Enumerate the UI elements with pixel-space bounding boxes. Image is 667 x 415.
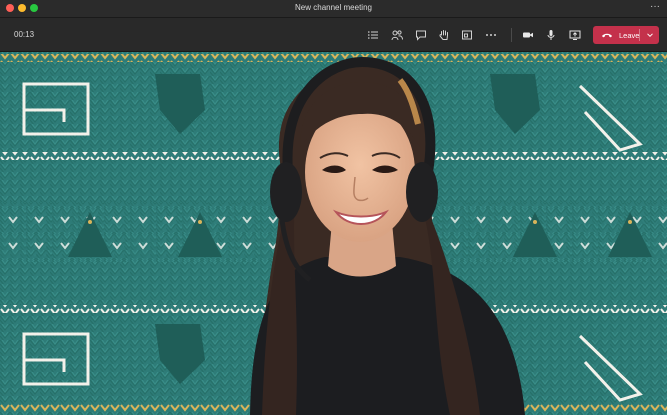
chevron-down-icon[interactable] [645,30,655,40]
microphone-toggle-button[interactable] [541,25,561,45]
chat-icon [416,30,426,41]
raise-hand-button[interactable] [434,25,454,45]
hang-up-icon [602,33,612,38]
people-icon [391,30,403,41]
ellipsis-icon[interactable]: ··· [650,1,660,12]
participants-list-button[interactable] [363,25,383,45]
leave-divider [639,29,640,41]
more-actions-button[interactable] [481,25,501,45]
window-title: New channel meeting [295,3,372,12]
participant-video [0,52,667,415]
leave-button[interactable]: Leave [593,26,659,44]
meeting-timer: 00:13 [14,30,35,39]
people-button[interactable] [387,25,407,45]
camera-icon [523,32,533,38]
share-tray-icon [462,30,472,40]
share-screen-button[interactable] [565,25,585,45]
video-feed [0,52,667,415]
participants-list-icon [368,31,378,39]
toolbar-divider [511,28,512,42]
leave-label: Leave [619,30,640,40]
camera-toggle-button[interactable] [518,25,538,45]
chat-button[interactable] [411,25,431,45]
title-bar: New channel meeting ··· [0,0,667,18]
raise-hand-icon [439,30,448,40]
share-tray-button[interactable] [457,25,477,45]
share-screen-icon [569,30,581,40]
more-actions-icon [486,34,496,36]
microphone-icon [547,30,555,40]
meeting-toolbar: 00:13 Leave [0,18,667,52]
